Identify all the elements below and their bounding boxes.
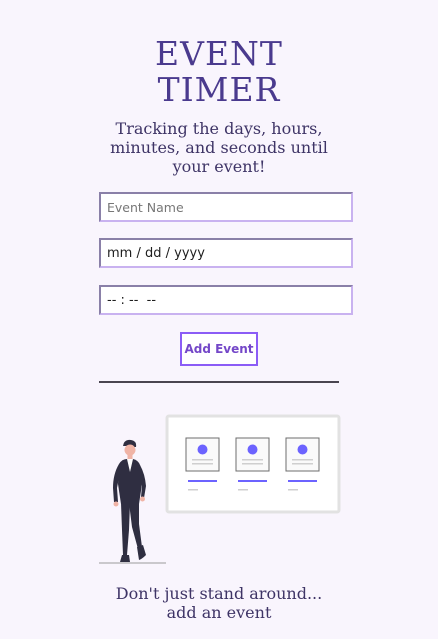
page-title: EVENT TIMER xyxy=(0,36,438,108)
footer-line-2: add an event xyxy=(166,603,272,622)
event-name-input[interactable]: Event Name xyxy=(99,192,353,222)
event-date-placeholder: mm / dd / yyyy xyxy=(107,245,205,261)
event-time-placeholder: -- : -- -- xyxy=(107,292,157,308)
standing-man xyxy=(113,439,146,562)
event-time-input[interactable]: -- : -- -- xyxy=(99,285,353,315)
event-name-placeholder: Event Name xyxy=(107,199,184,215)
page-subtitle: Tracking the days, hours, minutes, and s… xyxy=(110,119,328,176)
event-date-input[interactable]: mm / dd / yyyy xyxy=(99,238,353,268)
add-event-button[interactable]: Add Event xyxy=(180,332,258,366)
standing-man-illustration xyxy=(99,414,341,564)
title-line-2: TIMER xyxy=(157,70,281,109)
divider xyxy=(99,381,339,383)
title-line-1: EVENT xyxy=(155,34,283,73)
footer-message: Don't just stand around... add an event xyxy=(90,584,348,622)
footer-line-1: Don't just stand around... xyxy=(115,584,323,603)
